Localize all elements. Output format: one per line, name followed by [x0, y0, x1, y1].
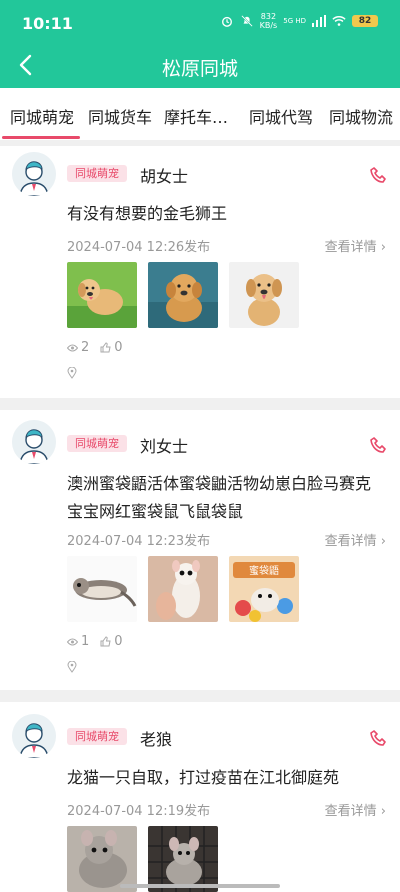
location-pin-icon — [67, 367, 77, 379]
post-image[interactable] — [148, 556, 218, 622]
sugar-glider-image — [67, 556, 137, 622]
post-date: 2024-07-04 12:26发布 — [67, 240, 211, 255]
eye-icon — [67, 638, 78, 645]
view-details-label: 查看详情 — [324, 804, 377, 819]
post-date: 2024-07-04 12:19发布 — [67, 804, 211, 819]
view-details-label: 查看详情 — [324, 240, 377, 255]
view-details-link[interactable]: 查看详情 › — [325, 800, 386, 819]
network-speed: 832 KB/s — [260, 12, 278, 30]
wifi-icon — [332, 16, 346, 26]
app-header: 松原同城 — [0, 44, 400, 88]
doctor-avatar-icon — [12, 714, 56, 758]
signal-icon — [312, 15, 326, 27]
tab-logistics[interactable]: 同城物流 — [329, 104, 393, 128]
avatar — [12, 420, 56, 464]
mute-icon — [240, 15, 253, 27]
likes-count: 0 — [114, 634, 123, 649]
tab-trucks[interactable]: 同城货车 — [88, 104, 152, 128]
category-badge: 同城萌宠 — [67, 165, 127, 182]
likes-count: 0 — [114, 340, 123, 355]
post-stats: 1 0 — [67, 634, 123, 649]
golden-retriever-puppy-image — [229, 262, 299, 328]
phone-icon[interactable] — [370, 729, 388, 747]
thumbs-up-icon[interactable] — [100, 636, 111, 647]
thumbs-up-icon[interactable] — [100, 342, 111, 353]
post-card[interactable]: 同城萌宠 刘女士 澳洲蜜袋鼯活体蜜袋鼬活物幼崽白脸马赛克宝宝网红蜜袋鼠飞鼠袋鼠 … — [0, 410, 400, 690]
network-type: 5G HD — [283, 17, 306, 25]
view-details-link[interactable]: 查看详情 › — [325, 236, 386, 255]
status-bar: 10:11 832 KB/s 5G HD 82 — [0, 0, 400, 44]
chevron-right-icon: › — [380, 240, 386, 255]
golden-retriever-puppy-image — [67, 262, 137, 328]
post-image[interactable]: 蜜袋鼯 — [229, 556, 299, 622]
post-image[interactable] — [67, 262, 137, 328]
doctor-avatar-icon — [12, 152, 56, 196]
image-caption: 蜜袋鼯 — [249, 564, 279, 577]
views-count: 1 — [81, 634, 90, 649]
post-card[interactable]: 同城萌宠 老狼 龙猫一只自取，打过疫苗在江北御庭苑 2024-07-04 12:… — [0, 702, 400, 892]
category-badge: 同城萌宠 — [67, 435, 127, 452]
category-tabs: 同城萌宠 同城货车 摩托车… 同城代驾 同城物流 — [0, 88, 400, 140]
alarm-icon — [221, 16, 232, 27]
phone-icon[interactable] — [370, 166, 388, 184]
chevron-right-icon: › — [380, 804, 386, 819]
post-stats: 2 0 — [67, 340, 123, 355]
tab-pets[interactable]: 同城萌宠 — [10, 104, 74, 128]
battery-icon: 82 — [352, 15, 378, 27]
tab-designated-driver[interactable]: 同城代驾 — [249, 104, 313, 128]
eye-icon — [67, 344, 78, 351]
post-text: 澳洲蜜袋鼯活体蜜袋鼬活物幼崽白脸马赛克宝宝网红蜜袋鼠飞鼠袋鼠 — [67, 474, 372, 521]
post-image[interactable] — [229, 262, 299, 328]
phone-icon[interactable] — [370, 436, 388, 454]
status-icons: 832 KB/s 5G HD 82 — [220, 12, 378, 30]
post-text: 有没有想要的金毛狮王 — [67, 204, 228, 223]
page-title: 松原同城 — [161, 58, 238, 80]
home-indicator — [120, 884, 280, 888]
active-tab-indicator — [2, 136, 80, 139]
speed-value: 832 — [260, 12, 277, 21]
post-image[interactable] — [67, 556, 137, 622]
poster-name: 胡女士 — [140, 167, 189, 186]
avatar — [12, 714, 56, 758]
category-badge: 同城萌宠 — [67, 728, 127, 745]
chevron-right-icon: › — [380, 534, 386, 549]
chinchilla-image — [67, 826, 137, 892]
divider — [0, 398, 400, 410]
post-image[interactable] — [148, 826, 218, 892]
post-date: 2024-07-04 12:23发布 — [67, 534, 211, 549]
status-time: 10:11 — [22, 14, 73, 33]
post-text: 龙猫一只自取，打过疫苗在江北御庭苑 — [67, 768, 340, 787]
divider — [0, 690, 400, 702]
golden-retriever-puppy-image — [148, 262, 218, 328]
views-count: 2 — [81, 340, 90, 355]
poster-name: 刘女士 — [140, 437, 189, 456]
avatar — [12, 152, 56, 196]
post-image[interactable] — [67, 826, 137, 892]
doctor-avatar-icon — [12, 420, 56, 464]
sugar-glider-image — [148, 556, 218, 622]
speed-unit: KB/s — [259, 21, 278, 30]
location-pin-icon — [67, 661, 77, 673]
poster-name: 老狼 — [140, 730, 173, 749]
tab-motorcycles[interactable]: 摩托车… — [164, 104, 228, 128]
view-details-link[interactable]: 查看详情 › — [325, 530, 386, 549]
post-image[interactable] — [148, 262, 218, 328]
chinchilla-image — [148, 826, 218, 892]
post-card[interactable]: 同城萌宠 胡女士 有没有想要的金毛狮王 2024-07-04 12:26发布 查… — [0, 146, 400, 398]
view-details-label: 查看详情 — [324, 534, 377, 549]
sugar-glider-image: 蜜袋鼯 — [229, 556, 299, 622]
